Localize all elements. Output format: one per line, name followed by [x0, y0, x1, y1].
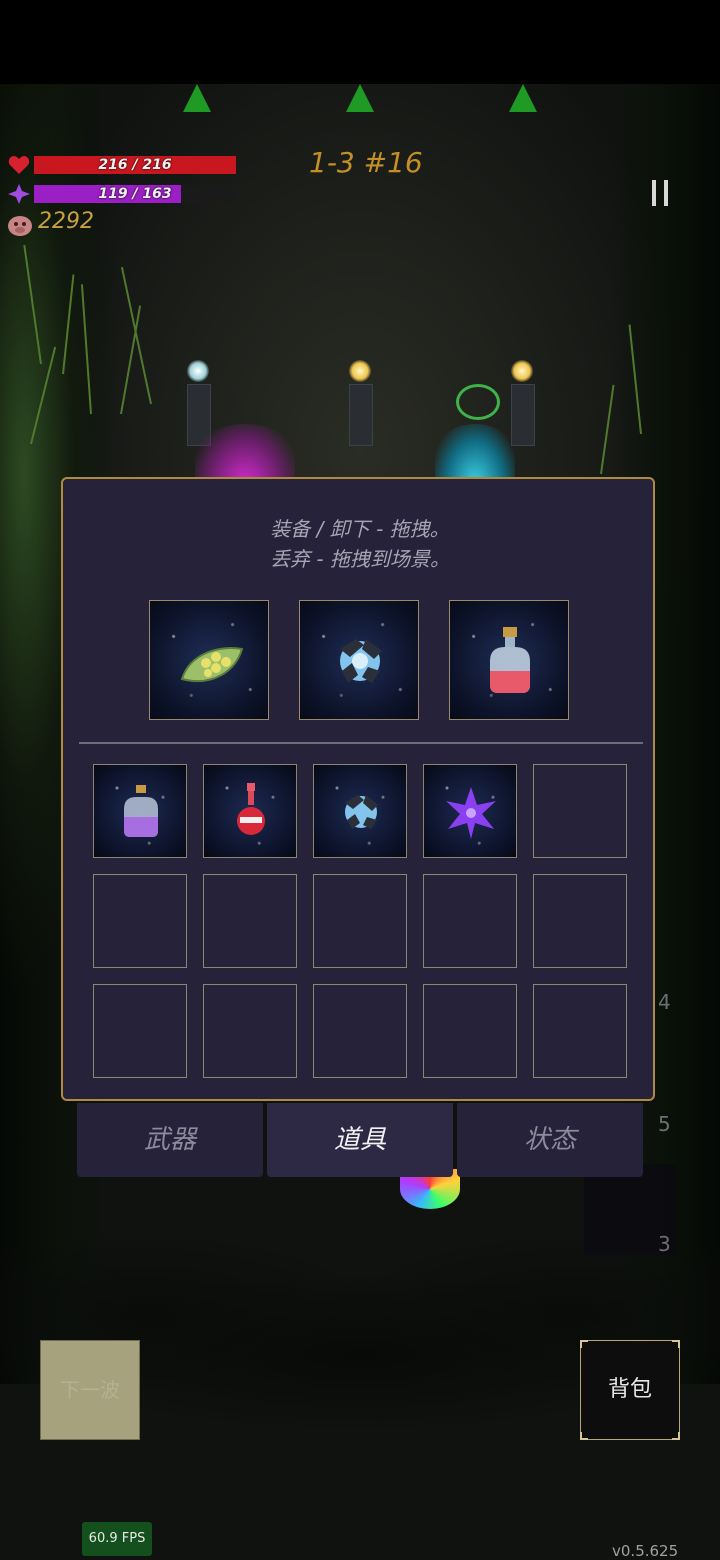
corner-ornament — [580, 1432, 588, 1440]
tab-status[interactable]: 状态 — [457, 1103, 643, 1177]
inventory-slot-empty[interactable] — [203, 984, 297, 1078]
inventory-slot-empty[interactable] — [533, 984, 627, 1078]
corner-ornament — [580, 1340, 588, 1348]
inventory-slot-empty[interactable] — [423, 984, 517, 1078]
hp-bar: 216 / 216 — [34, 156, 236, 174]
mp-bar: 119 / 163 — [34, 185, 236, 203]
equipped-slot[interactable] — [299, 600, 419, 720]
flame-icon — [349, 360, 371, 382]
coin-count: 2292 — [38, 209, 94, 234]
mp-row: 119 / 163 — [8, 184, 236, 204]
exit-arrow-icon[interactable] — [346, 84, 374, 112]
tab-items[interactable]: 道具 — [267, 1103, 453, 1177]
exit-arrow-icon[interactable] — [509, 84, 537, 112]
side-number: 5 — [658, 1112, 671, 1136]
pause-bar-right — [664, 180, 668, 206]
leaf-seed-icon — [180, 647, 244, 683]
piggy-bank-icon — [8, 216, 32, 236]
red-potion-bottle-icon — [237, 783, 265, 835]
pause-button[interactable] — [646, 176, 674, 210]
inventory-slot-empty[interactable] — [93, 874, 187, 968]
cyan-portal — [435, 424, 515, 484]
inventory-slot[interactable] — [203, 764, 297, 858]
inventory-slot-empty[interactable] — [313, 984, 407, 1078]
inventory-slot-empty[interactable] — [423, 874, 517, 968]
pedestal — [511, 384, 535, 446]
next-wave-button[interactable]: 下一波 — [40, 1340, 140, 1440]
purple-shuriken-icon — [446, 787, 496, 839]
flame-icon — [187, 360, 209, 382]
pedestal — [349, 384, 373, 446]
mana-diamond-icon — [8, 184, 30, 204]
green-ring-icon — [456, 384, 500, 420]
inventory-slot[interactable] — [313, 764, 407, 858]
corner-ornament — [672, 1340, 680, 1348]
inventory-slot-empty[interactable] — [203, 874, 297, 968]
red-potion-flask-icon — [490, 627, 530, 693]
exit-arrow-icon[interactable] — [183, 84, 211, 112]
heart-icon — [8, 156, 30, 174]
inventory-slot-empty[interactable] — [533, 764, 627, 858]
equipped-slot[interactable] — [449, 600, 569, 720]
hp-row: 216 / 216 — [8, 155, 236, 175]
hint-equip: 装备 / 卸下 - 拖拽。 — [270, 517, 450, 541]
level-indicator: 1-3 #16 — [309, 146, 423, 179]
tab-weapons[interactable]: 武器 — [77, 1103, 263, 1177]
fps-counter: 60.9 FPS — [82, 1522, 152, 1556]
mp-text: 119 / 163 — [98, 186, 172, 202]
crystal-orb-icon — [345, 795, 378, 829]
purple-potion-icon — [124, 785, 158, 837]
bag-button-label: 背包 — [607, 1377, 652, 1402]
version-label: v0.5.625 — [612, 1542, 679, 1560]
side-number: 3 — [658, 1232, 671, 1256]
grass-blade — [120, 305, 142, 415]
equipped-slot[interactable] — [149, 600, 269, 720]
side-number: 4 — [658, 990, 671, 1014]
flame-icon — [511, 360, 533, 382]
pause-bar-left — [652, 180, 656, 206]
corner-ornament — [672, 1432, 680, 1440]
inventory-slot[interactable] — [423, 764, 517, 858]
magenta-portal — [195, 424, 295, 484]
hint-drop: 丢弃 - 拖拽到场景。 — [270, 547, 450, 571]
inventory-slot-empty[interactable] — [533, 874, 627, 968]
inventory-panel: 装备 / 卸下 - 拖拽。 丢弃 - 拖拽到场景。 — [61, 477, 655, 1101]
panel-divider — [79, 742, 643, 744]
bag-button[interactable]: 背包 — [580, 1340, 680, 1440]
crystal-orb-icon — [340, 639, 382, 683]
hp-text: 216 / 216 — [98, 157, 172, 173]
inventory-slot-empty[interactable] — [313, 874, 407, 968]
inventory-slot[interactable] — [93, 764, 187, 858]
inventory-slot-empty[interactable] — [93, 984, 187, 1078]
